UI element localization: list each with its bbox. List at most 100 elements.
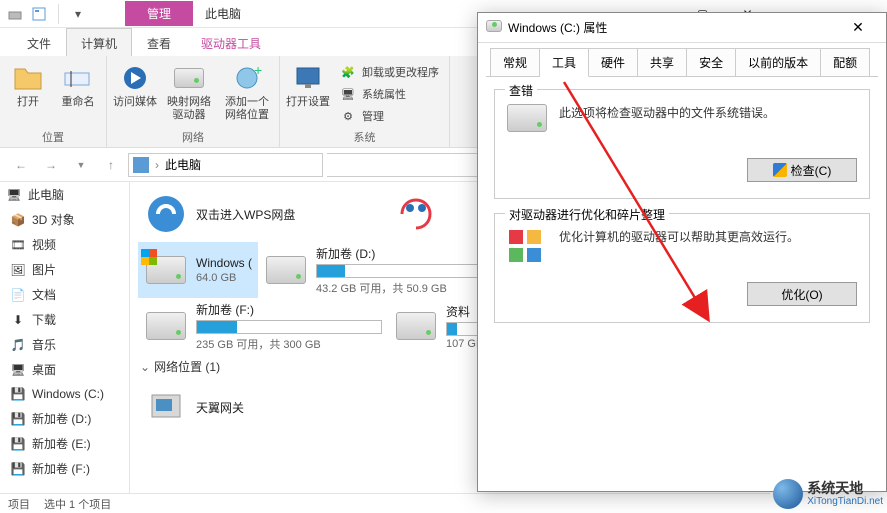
optimize-legend: 对驱动器进行优化和碎片整理: [505, 206, 669, 223]
ribbon-group-network: 访问媒体 映射网络驱动器 + 添加一个网络位置 网络: [107, 56, 280, 147]
manage-button[interactable]: ⚙管理: [340, 106, 439, 126]
drive-icon: [507, 104, 547, 144]
dialog-close-button[interactable]: ✕: [838, 13, 878, 43]
sysprops-icon: 🖥: [340, 86, 356, 102]
navpane-documents[interactable]: 📄文档: [0, 282, 129, 307]
group-system-label: 系统: [280, 129, 449, 147]
check-error-group: 查错 此选项将检查驱动器中的文件系统错误。 检查(C): [494, 89, 870, 199]
optimize-group: 对驱动器进行优化和碎片整理 优化计算机的驱动器可以帮助其更高效运行。 优化(O): [494, 213, 870, 323]
forward-button[interactable]: →: [38, 152, 64, 178]
navpane-pictures[interactable]: 🖼图片: [0, 257, 129, 282]
uninstall-button[interactable]: 🧩卸载或更改程序: [340, 62, 439, 82]
dtab-sharing[interactable]: 共享: [638, 48, 687, 77]
navpane-desktop[interactable]: 🖥桌面: [0, 357, 129, 382]
dialog-title: Windows (C:) 属性: [508, 19, 607, 36]
navpane-3d-objects[interactable]: 📦3D 对象: [0, 207, 129, 232]
rename-button[interactable]: 重命名: [56, 60, 100, 109]
drive-icon: 💾: [10, 461, 26, 477]
check-error-legend: 查错: [505, 82, 537, 99]
video-icon: 🎞: [10, 237, 26, 253]
ribbon-group-system: 打开设置 🧩卸载或更改程序 🖥系统属性 ⚙管理 系统: [280, 56, 450, 147]
capacity-bar: [316, 264, 502, 278]
downloads-icon: ⬇: [10, 312, 26, 328]
add-netloc-label: 添加一个网络位置: [221, 96, 273, 122]
music-icon: 🎵: [10, 337, 26, 353]
access-media-label: 访问媒体: [113, 96, 157, 109]
tile-wps[interactable]: 双击进入WPS网盘: [138, 186, 388, 242]
folder-icon: 📦: [10, 212, 26, 228]
rename-label: 重命名: [62, 96, 95, 109]
app-icon: [6, 5, 24, 23]
group-location-label: 位置: [0, 129, 106, 147]
dtab-general[interactable]: 常规: [490, 48, 540, 77]
watermark-logo: 系统天地 XiTongTianDi.net: [773, 479, 883, 509]
tab-view[interactable]: 查看: [132, 28, 186, 56]
manage-icon: ⚙: [340, 108, 356, 124]
globe-icon: [773, 479, 803, 509]
properties-icon[interactable]: [30, 5, 48, 23]
dropdown-icon[interactable]: ▾: [69, 5, 87, 23]
navpane-this-pc[interactable]: 🖥此电脑: [0, 182, 129, 207]
navpane-videos[interactable]: 🎞视频: [0, 232, 129, 257]
map-drive-button[interactable]: 映射网络驱动器: [163, 60, 215, 122]
context-tab[interactable]: 管理: [125, 1, 193, 26]
status-selected: 选中 1 个项目: [44, 496, 111, 512]
check-button[interactable]: 检查(C): [747, 158, 857, 182]
logo-url: XiTongTianDi.net: [807, 496, 883, 507]
recent-button[interactable]: ▼: [68, 152, 94, 178]
documents-icon: 📄: [10, 287, 26, 303]
logo-name: 系统天地: [807, 481, 883, 496]
navpane-music[interactable]: 🎵音乐: [0, 332, 129, 357]
capacity-bar: [196, 320, 382, 334]
desktop-icon: 🖥: [10, 362, 26, 378]
drive-icon: 💾: [10, 411, 26, 427]
tab-file[interactable]: 文件: [12, 28, 66, 56]
defrag-icon: [507, 228, 547, 268]
navpane-drive-c[interactable]: 💾Windows (C:): [0, 382, 129, 406]
dtab-hardware[interactable]: 硬件: [589, 48, 638, 77]
open-settings-label: 打开设置: [286, 96, 330, 109]
navpane-drive-f[interactable]: 💾新加卷 (F:): [0, 456, 129, 481]
pc-icon: 🖥: [6, 187, 22, 203]
uninstall-icon: 🧩: [340, 64, 356, 80]
properties-dialog: Windows (C:) 属性 ✕ 常规 工具 硬件 共享 安全 以前的版本 配…: [477, 12, 887, 492]
dtab-quota[interactable]: 配额: [821, 48, 870, 77]
sysprops-button[interactable]: 🖥系统属性: [340, 84, 439, 104]
status-bar: 项目 选中 1 个项目: [0, 493, 770, 513]
drive-icon: [486, 20, 502, 36]
pc-icon: [133, 157, 149, 173]
group-network-label: 网络: [107, 129, 279, 147]
dtab-tools[interactable]: 工具: [540, 48, 589, 77]
navpane-drive-d[interactable]: 💾新加卷 (D:): [0, 406, 129, 431]
open-button[interactable]: 打开: [6, 60, 50, 109]
tile-drive-d[interactable]: 新加卷 (D:) 43.2 GB 可用，共 50.9 GB: [258, 242, 508, 298]
tile-drive-f[interactable]: 新加卷 (F:) 235 GB 可用，共 300 GB: [138, 298, 388, 354]
drive-icon: 💾: [10, 436, 26, 452]
navpane-downloads[interactable]: ⬇下载: [0, 307, 129, 332]
quick-access-toolbar: ▾: [0, 4, 93, 24]
window-title: 此电脑: [205, 5, 241, 22]
map-drive-label: 映射网络驱动器: [163, 96, 215, 122]
dialog-titlebar: Windows (C:) 属性 ✕: [478, 13, 886, 43]
dtab-previous[interactable]: 以前的版本: [736, 48, 821, 77]
add-netloc-button[interactable]: + 添加一个网络位置: [221, 60, 273, 122]
navpane-drive-e[interactable]: 💾新加卷 (E:): [0, 431, 129, 456]
access-media-button[interactable]: 访问媒体: [113, 60, 157, 109]
svg-text:+: +: [254, 65, 262, 78]
up-button[interactable]: ↑: [98, 152, 124, 178]
pictures-icon: 🖼: [10, 262, 26, 278]
tile-windows-c[interactable]: Windows (C:)64.0 GB: [138, 242, 258, 298]
dtab-security[interactable]: 安全: [687, 48, 736, 77]
tab-computer[interactable]: 计算机: [66, 28, 132, 56]
dialog-tabs: 常规 工具 硬件 共享 安全 以前的版本 配额: [478, 43, 886, 76]
check-error-desc: 此选项将检查驱动器中的文件系统错误。: [559, 104, 857, 122]
back-button[interactable]: ←: [8, 152, 34, 178]
tab-drive-tools[interactable]: 驱动器工具: [186, 28, 276, 56]
drive-icon: 💾: [10, 386, 26, 402]
address-box[interactable]: › 此电脑: [128, 153, 323, 177]
dialog-body: 查错 此选项将检查驱动器中的文件系统错误。 检查(C) 对驱动器进行优化和碎片整…: [486, 76, 878, 349]
tile-tianyi[interactable]: 天翼网关: [138, 379, 388, 435]
optimize-button[interactable]: 优化(O): [747, 282, 857, 306]
open-settings-button[interactable]: 打开设置: [286, 60, 330, 109]
navigation-pane: 🖥此电脑 📦3D 对象 🎞视频 🖼图片 📄文档 ⬇下载 🎵音乐 🖥桌面 💾Win…: [0, 182, 130, 493]
